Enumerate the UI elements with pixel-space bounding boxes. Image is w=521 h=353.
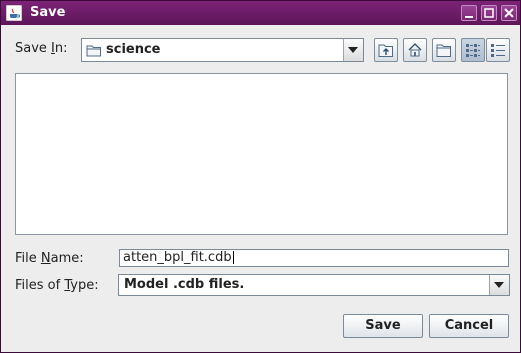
save-in-combobox[interactable]: science xyxy=(81,38,364,62)
up-one-level-button[interactable] xyxy=(374,38,398,62)
file-list[interactable] xyxy=(15,73,508,235)
minimize-button[interactable] xyxy=(461,5,477,21)
maximize-icon xyxy=(484,8,494,18)
save-dialog: Save Save In: science File Name: atten_b… xyxy=(0,0,521,353)
home-button[interactable] xyxy=(403,38,427,62)
list-view-button[interactable] xyxy=(461,38,485,62)
file-type-value: Model .cdb files. xyxy=(124,277,245,292)
java-app-icon xyxy=(6,5,22,21)
file-type-label: Files of Type: xyxy=(15,278,99,293)
cancel-button[interactable]: Cancel xyxy=(429,314,509,338)
save-button[interactable]: Save xyxy=(343,314,423,338)
save-in-label: Save In: xyxy=(15,41,68,56)
new-folder-icon xyxy=(436,44,451,57)
details-view-icon xyxy=(491,44,505,57)
list-view-icon xyxy=(466,44,480,57)
file-type-combobox[interactable]: Model .cdb files. xyxy=(118,274,510,296)
window-title: Save xyxy=(30,5,66,20)
save-in-dropdown-arrow[interactable] xyxy=(343,39,363,61)
details-view-button[interactable] xyxy=(486,38,510,62)
chevron-down-icon xyxy=(494,282,504,288)
up-one-level-icon xyxy=(378,44,393,57)
save-in-value: science xyxy=(106,42,161,57)
chevron-down-icon xyxy=(348,47,358,53)
close-icon xyxy=(504,8,514,18)
file-name-value: atten_bpl_fit.cdb xyxy=(123,250,232,265)
home-icon xyxy=(408,43,422,57)
file-name-input[interactable]: atten_bpl_fit.cdb xyxy=(119,249,509,267)
new-folder-button[interactable] xyxy=(432,38,456,62)
file-name-label: File Name: xyxy=(15,251,84,266)
maximize-button[interactable] xyxy=(481,5,497,21)
folder-icon xyxy=(86,45,101,57)
file-type-dropdown-arrow[interactable] xyxy=(489,275,509,295)
minimize-icon xyxy=(465,16,473,18)
text-caret xyxy=(232,251,234,264)
title-bar[interactable]: Save xyxy=(1,1,520,25)
close-button[interactable] xyxy=(501,5,517,21)
